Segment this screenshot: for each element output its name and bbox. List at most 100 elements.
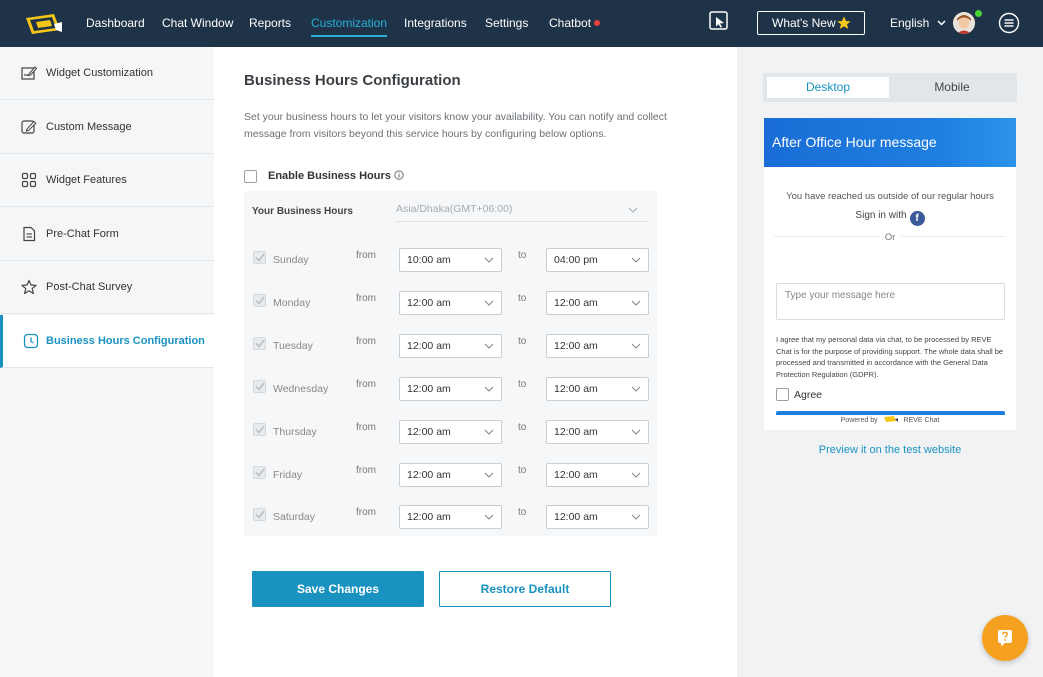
from-label: from <box>356 422 376 433</box>
chevron-down-icon <box>484 386 494 392</box>
sidebar-item-widget-customization[interactable]: Widget Customization <box>0 47 214 100</box>
nav-settings[interactable]: Settings <box>485 0 528 47</box>
to-time-select[interactable]: 12:00 am <box>546 334 649 358</box>
nav-reports[interactable]: Reports <box>249 0 291 47</box>
day-label: Tuesday <box>273 340 313 352</box>
info-icon[interactable] <box>394 170 404 180</box>
enable-label: Enable Business Hours <box>268 170 404 182</box>
powered-by-label: Powered by <box>840 417 878 424</box>
whats-new-button[interactable]: What's New <box>757 11 865 35</box>
tab-desktop[interactable]: Desktop <box>767 77 889 98</box>
sign-in-row: Sign in with f <box>764 210 1016 226</box>
chevron-down-icon <box>484 343 494 349</box>
chevron-down-icon <box>631 343 641 349</box>
sidebar-item-pre-chat-form[interactable]: Pre-Chat Form <box>0 208 214 261</box>
from-time-select[interactable]: 12:00 am <box>399 291 502 315</box>
day-row-monday: Monday from 12:00 am to 12:00 am <box>244 286 657 320</box>
nav-chat-window[interactable]: Chat Window <box>162 0 233 47</box>
gdpr-consent-text: I agree that my personal data via chat, … <box>776 335 1004 379</box>
from-time-select[interactable]: 12:00 am <box>399 505 502 529</box>
enable-label-text: Enable Business Hours <box>268 170 391 182</box>
nav-dashboard[interactable]: Dashboard <box>86 0 145 47</box>
day-row-wednesday: Wednesday from 12:00 am to 12:00 am <box>244 372 657 406</box>
hamburger-menu-icon[interactable] <box>998 12 1020 34</box>
day-label: Saturday <box>273 511 316 523</box>
form-icon <box>23 226 36 242</box>
from-time-select[interactable]: 12:00 am <box>399 334 502 358</box>
nav-integrations[interactable]: Integrations <box>404 0 467 47</box>
message-input[interactable]: Type your message here <box>776 283 1005 320</box>
day-row-friday: Friday from 12:00 am to 12:00 am <box>244 458 657 492</box>
to-time-select[interactable]: 12:00 am <box>546 505 649 529</box>
to-time-select[interactable]: 12:00 am <box>546 463 649 487</box>
day-label: Monday <box>273 297 311 309</box>
star-icon <box>837 16 851 29</box>
day-row-saturday: Saturday from 12:00 am to 12:00 am <box>244 500 657 534</box>
restore-default-button[interactable]: Restore Default <box>439 571 611 607</box>
page-description: Set your business hours to let your visi… <box>244 111 667 140</box>
or-label: Or <box>878 232 902 243</box>
to-time-select[interactable]: 12:00 am <box>546 291 649 315</box>
nav-chatbot-label: Chatbot <box>549 16 592 30</box>
language-selector[interactable]: English <box>890 0 946 47</box>
timezone-select[interactable]: Asia/Dhaka(GMT+06:00) <box>396 203 648 222</box>
to-time-value: 12:00 am <box>554 340 598 352</box>
from-time-select[interactable]: 12:00 am <box>399 377 502 401</box>
enable-checkbox[interactable] <box>244 170 257 183</box>
to-time-select[interactable]: 12:00 am <box>546 377 649 401</box>
from-time-value: 12:00 am <box>407 340 451 352</box>
online-status-dot <box>975 10 982 17</box>
sidebar-item-business-hours[interactable]: Business Hours Configuration <box>0 315 214 368</box>
agree-checkbox[interactable] <box>776 388 789 401</box>
sidebar-item-custom-message[interactable]: Custom Message <box>0 101 214 154</box>
from-time-value: 12:00 am <box>407 511 451 523</box>
after-hours-message: You have reached us outside of our regul… <box>786 191 994 202</box>
help-chat-button[interactable] <box>982 615 1028 661</box>
sidebar-item-label: Post-Chat Survey <box>46 281 133 293</box>
reve-logo-icon[interactable] <box>24 12 64 36</box>
tab-mobile[interactable]: Mobile <box>891 77 1013 98</box>
widget-edit-icon <box>21 66 37 80</box>
nav-chatbot[interactable]: Chatbot <box>549 0 601 47</box>
chevron-down-icon <box>631 472 641 478</box>
user-avatar[interactable] <box>953 12 975 34</box>
checkmark-icon <box>255 296 265 305</box>
timezone-value: Asia/Dhaka(GMT+06:00) <box>396 203 513 215</box>
day-row-thursday: Thursday from 12:00 am to 12:00 am <box>244 415 657 449</box>
to-label: to <box>518 293 527 304</box>
nav-customization[interactable]: Customization <box>311 0 388 47</box>
preview-test-website-link[interactable]: Preview it on the test website <box>737 444 1043 456</box>
sidebar-item-label: Widget Customization <box>46 67 153 79</box>
checkmark-icon <box>255 468 265 477</box>
sidebar-item-post-chat-survey[interactable]: Post-Chat Survey <box>0 261 214 314</box>
day-label: Sunday <box>273 254 309 266</box>
clock-icon <box>23 333 39 349</box>
chevron-down-icon <box>484 472 494 478</box>
to-time-value: 12:00 am <box>554 383 598 395</box>
avatar-face-icon <box>953 12 975 34</box>
sign-in-label: Sign in with <box>855 210 907 221</box>
cursor-select-icon[interactable] <box>708 10 730 32</box>
from-label: from <box>356 250 376 261</box>
from-time-select[interactable]: 12:00 am <box>399 420 502 444</box>
to-label: to <box>518 379 527 390</box>
sidebar-item-widget-features[interactable]: Widget Features <box>0 154 214 207</box>
chevron-down-icon <box>484 514 494 520</box>
from-time-select[interactable]: 12:00 am <box>399 463 502 487</box>
to-time-value: 12:00 am <box>554 297 598 309</box>
sidebar-item-label: Business Hours Configuration <box>46 335 205 347</box>
checkmark-icon <box>255 339 265 348</box>
agree-label: Agree <box>794 389 823 401</box>
to-time-select[interactable]: 04:00 pm <box>546 248 649 272</box>
from-time-select[interactable]: 10:00 am <box>399 248 502 272</box>
preview-tabs: Desktop Mobile <box>763 73 1017 102</box>
facebook-icon[interactable]: f <box>909 211 925 226</box>
chevron-down-icon <box>631 386 641 392</box>
to-label: to <box>518 336 527 347</box>
chevron-down-icon <box>484 429 494 435</box>
save-changes-button[interactable]: Save Changes <box>252 571 424 607</box>
day-row-tuesday: Tuesday from 12:00 am to 12:00 am <box>244 329 657 363</box>
page-title: Business Hours Configuration <box>244 72 461 89</box>
sidebar-item-label: Pre-Chat Form <box>46 228 119 240</box>
to-time-select[interactable]: 12:00 am <box>546 420 649 444</box>
